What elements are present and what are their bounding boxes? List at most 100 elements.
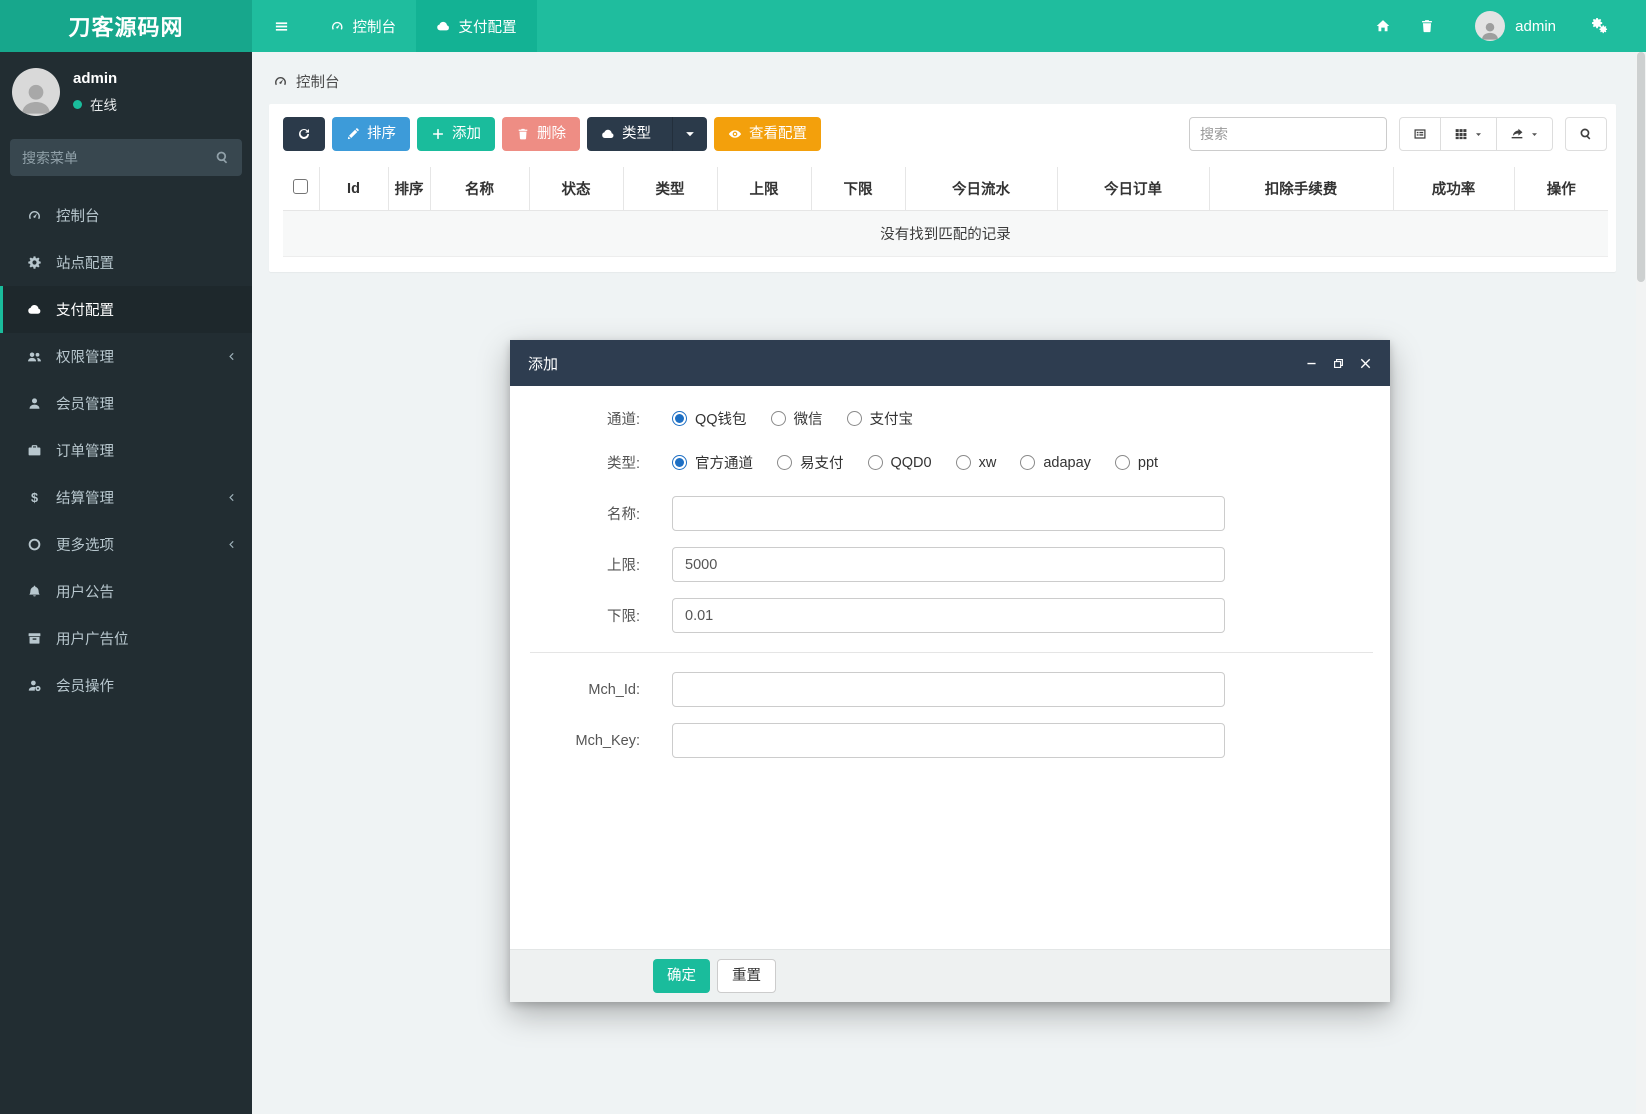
navbar: 刀客源码网 控制台 支付配置 admin: [0, 0, 1646, 52]
briefcase-icon: [25, 443, 43, 458]
type-option-3[interactable]: xw: [955, 455, 996, 471]
chevron-left-icon: [226, 492, 237, 503]
archive-icon: [25, 631, 43, 646]
type-option-4[interactable]: adapay: [1020, 455, 1091, 471]
search-toggle-button[interactable]: [1565, 117, 1607, 151]
tab-dashboard[interactable]: 控制台: [310, 0, 416, 52]
lower-limit-input[interactable]: [672, 598, 1225, 633]
sidebar-item-label: 用户公告: [56, 585, 114, 601]
refresh-button[interactable]: [283, 117, 325, 151]
channel-option-2[interactable]: 支付宝: [846, 408, 914, 429]
sidebar-item-6[interactable]: $ 结算管理: [0, 474, 252, 521]
reset-button[interactable]: 重置: [717, 959, 776, 993]
mch-id-field-row: Mch_Id:: [510, 672, 1390, 707]
dashboard-icon: [330, 19, 345, 34]
sidebar-item-7[interactable]: 更多选项: [0, 521, 252, 568]
page-scrollbar[interactable]: [1636, 52, 1646, 1114]
delete-button[interactable]: 删除: [502, 117, 580, 151]
user-menu[interactable]: admin: [1475, 11, 1556, 41]
sidebar-item-4[interactable]: 会员管理: [0, 380, 252, 427]
breadcrumb: 控制台: [273, 71, 1616, 92]
mch-id-input[interactable]: [672, 672, 1225, 707]
column-header-3: 状态: [528, 167, 623, 211]
type-option-2[interactable]: QQD0: [867, 455, 932, 471]
sidebar-item-9[interactable]: 用户广告位: [0, 615, 252, 662]
select-all-checkbox[interactable]: [293, 179, 309, 194]
pagination-toggle-button[interactable]: [1399, 117, 1441, 151]
column-header-1: 排序: [387, 167, 430, 211]
minimize-icon: [1305, 357, 1318, 370]
minimize-button[interactable]: [1305, 357, 1318, 370]
home-button[interactable]: [1361, 18, 1405, 34]
window-controls: [1305, 357, 1372, 370]
name-input[interactable]: [672, 496, 1225, 531]
refresh-icon: [297, 127, 311, 141]
add-button[interactable]: 添加: [417, 117, 495, 151]
upper-limit-field-row: 上限:: [510, 547, 1390, 582]
sidebar-item-8[interactable]: 用户公告: [0, 568, 252, 615]
trash-button[interactable]: [1405, 18, 1449, 34]
bell-icon: [25, 584, 43, 599]
radio-icon: [770, 411, 786, 426]
columns-button[interactable]: [1441, 117, 1497, 151]
grid-icon: [1454, 127, 1468, 141]
dollar-icon: $: [25, 490, 43, 505]
column-header-10: 成功率: [1392, 167, 1514, 211]
search-icon[interactable]: [215, 150, 230, 165]
add-dialog: 添加 通道: QQ钱包 微信 支付宝 类型: 官方通道 易支付 QQD0 xw a: [510, 340, 1390, 1002]
tab-payment-config[interactable]: 支付配置: [416, 0, 537, 52]
sidebar-user-name: admin: [73, 70, 118, 87]
cloud-icon: [436, 19, 451, 34]
radio-icon: [1114, 455, 1130, 470]
mch-key-field-row: Mch_Key:: [510, 723, 1390, 758]
users-icon: [25, 349, 43, 364]
maximize-button[interactable]: [1332, 357, 1345, 370]
toolbar-right: [1189, 117, 1607, 151]
mch-key-label: Mch_Key:: [575, 732, 640, 749]
radio-label: 支付宝: [869, 412, 914, 428]
close-button[interactable]: [1359, 357, 1372, 370]
radio-icon: [955, 455, 971, 470]
sidebar-item-label: 站点配置: [56, 256, 114, 272]
sort-button[interactable]: 排序: [332, 117, 410, 151]
column-header-6: 下限: [810, 167, 905, 211]
caret-down-icon: [1474, 130, 1483, 139]
upper-limit-input[interactable]: [672, 547, 1225, 582]
settings-button[interactable]: [1578, 18, 1622, 34]
sidebar-search-input[interactable]: [22, 149, 215, 166]
type-filter-button[interactable]: 类型: [587, 117, 707, 151]
dialog-header[interactable]: 添加: [510, 340, 1390, 386]
sidebar-item-10[interactable]: 会员操作: [0, 662, 252, 709]
export-icon: [1510, 127, 1524, 141]
channel-option-1[interactable]: 微信: [770, 408, 823, 429]
view-config-button[interactable]: 查看配置: [714, 117, 821, 151]
channel-option-0[interactable]: QQ钱包: [672, 408, 747, 429]
mch-key-input[interactable]: [672, 723, 1225, 758]
scrollbar-thumb[interactable]: [1637, 52, 1645, 282]
confirm-button[interactable]: 确定: [653, 959, 710, 993]
hamburger-icon: [274, 19, 289, 34]
lower-limit-field-row: 下限:: [510, 598, 1390, 633]
sidebar-avatar: [12, 68, 60, 116]
sidebar-toggle-button[interactable]: [252, 0, 310, 52]
type-option-0[interactable]: 官方通道: [672, 452, 753, 473]
trash-icon: [1419, 18, 1435, 34]
type-field-row: 类型: 官方通道 易支付 QQD0 xw adapay ppt: [510, 452, 1390, 473]
sidebar-item-3[interactable]: 权限管理: [0, 333, 252, 380]
list-icon: [1413, 127, 1427, 141]
sidebar-item-2[interactable]: 支付配置: [0, 286, 252, 333]
type-filter-caret[interactable]: [672, 117, 707, 151]
gauge-icon: [25, 208, 43, 223]
export-button[interactable]: [1497, 117, 1553, 151]
radio-icon: [1020, 455, 1036, 470]
sidebar-item-1[interactable]: 站点配置: [0, 239, 252, 286]
column-header-8: 今日订单: [1056, 167, 1209, 211]
table-search-input[interactable]: [1189, 117, 1387, 151]
type-option-1[interactable]: 易支付: [777, 452, 844, 473]
records-table: Id 排序 名称 状态 类型 上限 下限 今日流水 今日订单 扣除手续费 成功率 操作 没有找到匹配的…: [283, 167, 1608, 257]
upper-limit-label: 上限:: [606, 558, 640, 574]
sidebar-item-5[interactable]: 订单管理: [0, 427, 252, 474]
sidebar-item-0[interactable]: 控制台: [0, 192, 252, 239]
type-option-5[interactable]: ppt: [1114, 455, 1158, 471]
column-header-4: 类型: [622, 167, 717, 211]
